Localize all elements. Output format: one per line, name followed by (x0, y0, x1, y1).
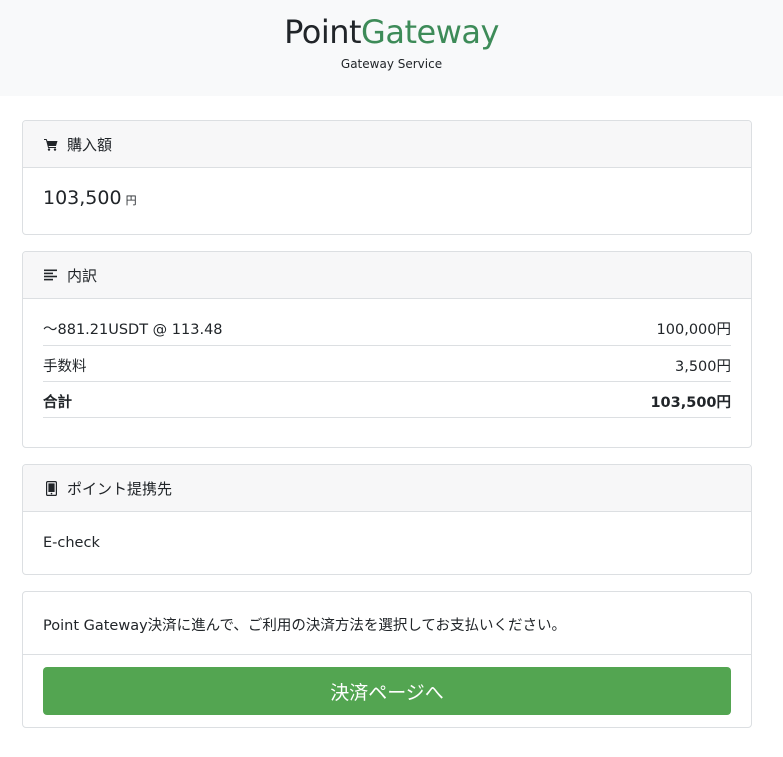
breakdown-row-fee: 手数料 3,500円 (43, 346, 731, 382)
brand-part-1: Point (284, 13, 362, 51)
brand-logo[interactable]: PointGateway (0, 12, 783, 52)
breakdown-label: 〜881.21USDT @ 113.48 (43, 322, 223, 338)
payment-divider (23, 654, 751, 655)
purchase-amount-title: 購入額 (67, 135, 113, 154)
partner-card: ポイント提携先 E-check (22, 464, 752, 575)
partner-title: ポイント提携先 (67, 479, 173, 498)
purchase-amount-row: 103,500 円 (43, 187, 137, 209)
breakdown-value: 103,500円 (650, 395, 731, 411)
purchase-amount-unit: 円 (125, 194, 137, 207)
breakdown-header: 内訳 (23, 252, 751, 299)
breakdown-value: 100,000円 (656, 322, 731, 338)
breakdown-value: 3,500円 (674, 359, 731, 375)
list-icon (43, 267, 59, 283)
purchase-amount-value: 103,500 (43, 187, 122, 209)
breakdown-title: 内訳 (67, 266, 98, 285)
brand-tagline: Gateway Service (340, 57, 443, 71)
tablet-icon (43, 480, 59, 496)
breakdown-list: 〜881.21USDT @ 113.48 100,000円 手数料 3,500円… (43, 312, 731, 418)
payment-card: Point Gateway決済に進んで、ご利用の決済方法を選択してお支払いくださ… (22, 591, 752, 728)
breakdown-label: 手数料 (43, 359, 87, 375)
go-to-payment-button[interactable]: 決済ページへ (43, 667, 731, 715)
breakdown-row-total: 合計 103,500円 (43, 382, 731, 418)
payment-message: Point Gateway決済に進んで、ご利用の決済方法を選択してお支払いくださ… (43, 618, 566, 634)
breakdown-card: 内訳 〜881.21USDT @ 113.48 100,000円 手数料 3,5… (22, 251, 752, 448)
partner-name: E-check (43, 535, 100, 551)
purchase-amount-card: 購入額 103,500 円 (22, 120, 752, 235)
site-header: PointGateway Gateway Service (0, 0, 783, 96)
brand-part-2: Gateway (361, 13, 499, 51)
purchase-amount-header: 購入額 (23, 121, 751, 168)
breakdown-label: 合計 (43, 395, 72, 411)
partner-header: ポイント提携先 (23, 465, 751, 512)
cart-icon (43, 136, 59, 152)
breakdown-row-usdt: 〜881.21USDT @ 113.48 100,000円 (43, 312, 731, 346)
